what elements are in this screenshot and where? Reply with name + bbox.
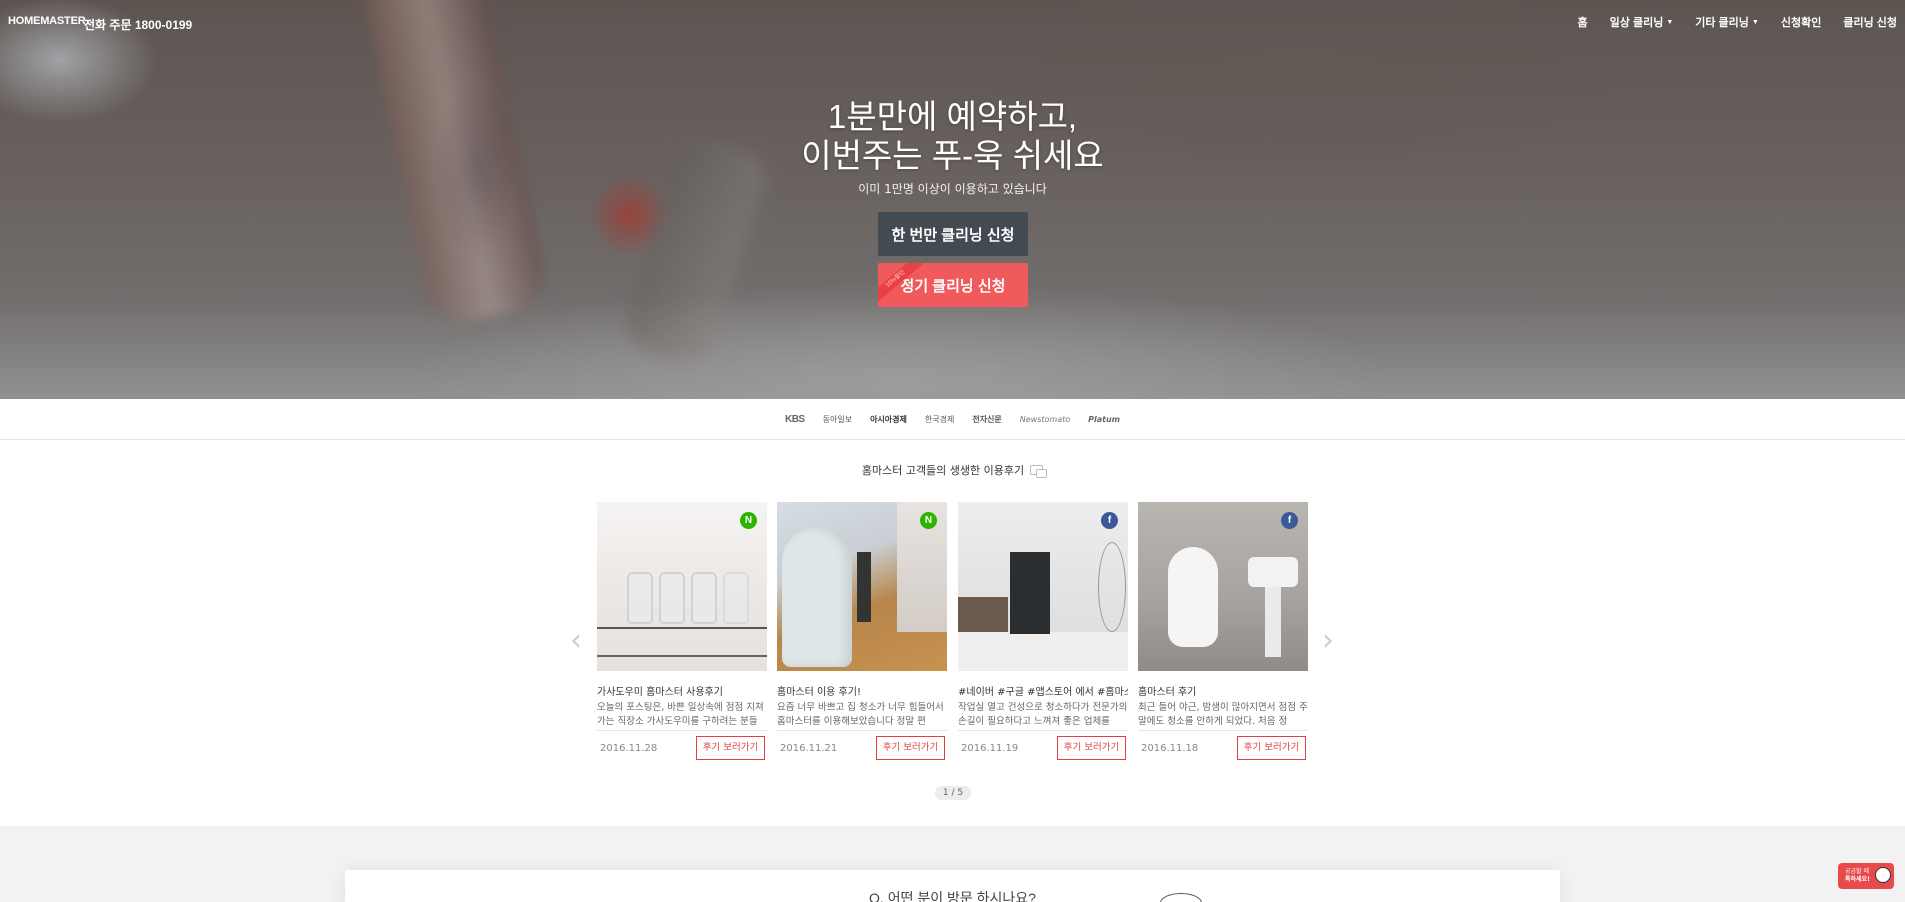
main-nav: 홈 일상 클리닝 ▼ 기타 클리닝 ▼ 신청확인 클리닝 신청 <box>1556 14 1897 30</box>
view-review-button[interactable]: 후기 보러가기 <box>1057 736 1126 760</box>
review-photo: f <box>958 502 1128 671</box>
hero-overlay <box>0 0 1905 399</box>
review-excerpt: 최근 들어 야근, 밤샘이 많아지면서 점점 주말에도 청소를 안하게 되었다.… <box>1138 702 1308 725</box>
faq-question: Q. 어떤 분이 방문 하시나요? <box>869 890 1036 902</box>
hero-title-line1: 1분만에 예약하고, <box>827 98 1078 135</box>
regular-cleaning-button[interactable]: 10%할인 정기 클리닝 신청 <box>878 263 1028 307</box>
view-review-button[interactable]: 후기 보러가기 <box>1237 736 1306 760</box>
review-excerpt: 오늘의 포스팅은, 바쁜 일상속에 점점 지쳐가는 직장소 가사도우미를 구하려… <box>597 702 764 725</box>
naver-badge-icon: N <box>920 512 937 529</box>
review-carousel: N 가사도우미 홈마스터 사용후기 오늘의 포스팅은, 바쁜 일상속에 점점 지… <box>597 502 1310 765</box>
regular-cleaning-label: 정기 클리닝 신청 <box>900 277 1006 295</box>
one-time-cleaning-button[interactable]: 한 번만 클리닝 신청 <box>878 212 1028 256</box>
review-date: 2016.11.21 <box>780 743 838 754</box>
reviews-heading: 홈마스터 고객들의 생생한 이용후기 <box>0 462 1905 478</box>
view-review-button[interactable]: 후기 보러가기 <box>876 736 945 760</box>
review-card[interactable]: f #네이버 #구글 #앱스토어 에서 #홈마스터 작업실 열고 건성으로 청소… <box>958 502 1128 765</box>
press-logo-platum: Platum <box>1088 414 1121 424</box>
top-navbar: HOMEMASTER 전화 주문 1800-0199 홈 일상 클리닝 ▼ 기타 … <box>0 0 1905 44</box>
nav-apply-cleaning-label: 클리닝 신청 <box>1843 17 1897 29</box>
phone-order: 전화 주문 1800-0199 <box>84 18 193 32</box>
nav-home-label: 홈 <box>1577 17 1588 29</box>
review-date: 2016.11.18 <box>1141 743 1199 754</box>
carousel-next-arrow[interactable]: › <box>1322 626 1338 656</box>
facebook-badge-icon: f <box>1281 512 1298 529</box>
facebook-badge-icon: f <box>1101 512 1118 529</box>
press-logo-kbs: KBS <box>784 413 805 425</box>
review-photo: N <box>597 502 767 671</box>
review-excerpt: 작업실 열고 건성으로 청소하다가 전문가의 손길이 필요하다고 느껴져 좋은 … <box>958 702 1128 725</box>
review-date: 2016.11.28 <box>600 743 658 754</box>
divider <box>777 730 947 731</box>
review-excerpt: 요즘 너무 바쁘고 집 청소가 너무 힘들어서 홈마스터를 이용해보았습니다 정… <box>777 702 944 725</box>
nav-other-cleaning[interactable]: 기타 클리닝 ▼ <box>1695 14 1759 30</box>
nav-other-cleaning-label: 기타 클리닝 <box>1695 17 1749 29</box>
carousel-pager: 1 / 5 <box>935 786 971 800</box>
carousel-prev-arrow[interactable]: ‹ <box>570 626 586 656</box>
review-date: 2016.11.19 <box>961 743 1019 754</box>
logo[interactable]: HOMEMASTER <box>8 15 86 27</box>
press-logo-etnews: 전자신문 <box>972 414 1002 424</box>
review-card[interactable]: N 가사도우미 홈마스터 사용후기 오늘의 포스팅은, 바쁜 일상속에 점점 지… <box>597 502 767 765</box>
review-title: 홈마스터 후기 <box>1138 687 1197 698</box>
nav-daily-cleaning[interactable]: 일상 클리닝 ▼ <box>1610 14 1674 30</box>
review-card[interactable]: f 홈마스터 후기 최근 들어 야근, 밤샘이 많아지면서 점점 주말에도 청소… <box>1138 502 1308 765</box>
review-title: 홈마스터 이용 후기! <box>777 687 861 698</box>
review-title: #네이버 #구글 #앱스토어 에서 #홈마스터 <box>958 687 1128 698</box>
kakao-chat-widget[interactable]: 궁금할 때 톡하세요! <box>1838 863 1894 889</box>
hero-title: 1분만에 예약하고, 이번주는 푸-욱 쉬세요 <box>0 97 1905 175</box>
review-photo: f <box>1138 502 1308 671</box>
caret-down-icon: ▼ <box>1666 19 1674 26</box>
caret-down-icon: ▼ <box>1751 19 1759 26</box>
nav-check-order[interactable]: 신청확인 <box>1781 14 1821 30</box>
chat-face-icon <box>1875 867 1891 883</box>
nav-check-order-label: 신청확인 <box>1780 17 1822 29</box>
divider <box>597 730 767 731</box>
review-card[interactable]: N 홈마스터 이용 후기! 요즘 너무 바쁘고 집 청소가 너무 힘들어서 홈마… <box>777 502 947 765</box>
press-logo-hankyung: 한국경제 <box>924 414 955 424</box>
review-photo: N <box>777 502 947 671</box>
nav-daily-cleaning-label: 일상 클리닝 <box>1609 17 1664 29</box>
reviews-heading-text: 홈마스터 고객들의 생생한 이용후기 <box>861 464 1025 477</box>
press-logo-donga: 동아일보 <box>822 414 853 424</box>
divider <box>958 730 1128 731</box>
nav-home[interactable]: 홈 <box>1578 14 1588 30</box>
press-logo-asiae: 아시아경제 <box>870 414 907 424</box>
chat-bubble-icon <box>1030 465 1048 478</box>
hero-section: HOMEMASTER 전화 주문 1800-0199 홈 일상 클리닝 ▼ 기타 … <box>0 0 1905 399</box>
press-logos: KBS 동아일보 아시아경제 한국경제 전자신문 Newstomato Plat… <box>0 399 1905 440</box>
hero-subtitle: 이미 1만명 이상이 이용하고 있습니다 <box>858 182 1047 196</box>
naver-badge-icon: N <box>740 512 757 529</box>
nav-apply-cleaning[interactable]: 클리닝 신청 <box>1843 14 1897 30</box>
divider <box>1138 730 1308 731</box>
hero-title-line2: 이번주는 푸-욱 쉬세요 <box>801 137 1104 174</box>
view-review-button[interactable]: 후기 보러가기 <box>696 736 765 760</box>
press-logo-newstomato: Newstomato <box>1019 414 1071 424</box>
review-title: 가사도우미 홈마스터 사용후기 <box>597 687 723 698</box>
